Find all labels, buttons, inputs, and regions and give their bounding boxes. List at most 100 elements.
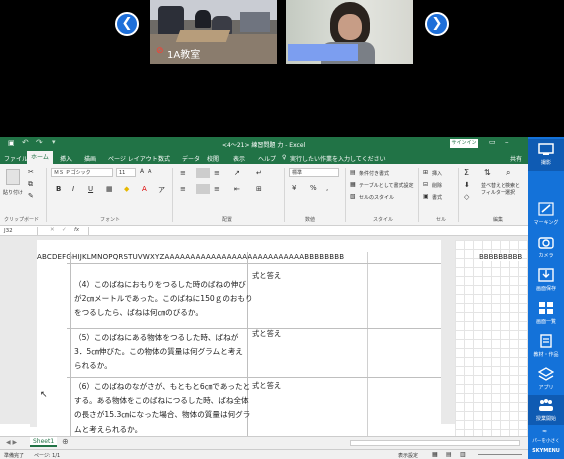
- fill-color-icon[interactable]: ◆: [124, 185, 129, 193]
- next-page-area[interactable]: BBBBBBBBB: [455, 240, 528, 436]
- align-center-icon[interactable]: [196, 184, 210, 194]
- orientation-icon[interactable]: ↗: [234, 169, 240, 177]
- delete-cells-icon[interactable]: ⊟: [423, 181, 428, 188]
- menu-help[interactable]: ヘルプ: [258, 154, 276, 163]
- cut-icon[interactable]: ✂: [28, 168, 34, 176]
- format-painter-icon[interactable]: ✎: [28, 192, 34, 200]
- border-icon[interactable]: ▦: [106, 185, 113, 193]
- menu-page-layout[interactable]: ページ レイアウト: [108, 154, 158, 163]
- next-arrow-button[interactable]: ❯: [425, 12, 449, 36]
- collapse-icon[interactable]: ≈: [542, 428, 547, 435]
- confirm-entry-icon[interactable]: ✓: [62, 227, 67, 233]
- horizontal-scrollbar[interactable]: [350, 440, 520, 446]
- cond-format-button[interactable]: 条件付き書式: [359, 170, 389, 177]
- align-left-icon[interactable]: ≡: [180, 185, 186, 193]
- autosum-icon[interactable]: Σ: [464, 168, 469, 177]
- answer-cell-5[interactable]: 式と答え: [252, 329, 281, 339]
- merge-icon[interactable]: ⊞: [256, 185, 262, 193]
- table-format-button[interactable]: テーブルとして書式設定: [359, 182, 414, 189]
- insert-cells-icon[interactable]: ⊞: [423, 169, 428, 176]
- zoom-slider[interactable]: [478, 454, 522, 455]
- phonetic-icon[interactable]: ア: [158, 185, 165, 195]
- panel-item-save-screen[interactable]: 画面保存: [528, 265, 564, 295]
- menu-data[interactable]: データ: [182, 154, 200, 163]
- align-right-icon[interactable]: ≡: [214, 185, 220, 193]
- answer-cell-4[interactable]: 式と答え: [252, 271, 281, 281]
- font-color-icon[interactable]: A: [142, 185, 147, 193]
- indent-icon[interactable]: ⇤: [234, 185, 240, 193]
- sort-filter-icon[interactable]: ⇅: [484, 168, 491, 177]
- find-label[interactable]: 検索と: [505, 182, 520, 189]
- fill-icon[interactable]: ⬇: [464, 181, 470, 189]
- underline-icon[interactable]: U: [88, 185, 93, 193]
- redo-icon[interactable]: ↷: [36, 138, 43, 147]
- format-cells-button[interactable]: 書式: [432, 194, 442, 201]
- filter-label[interactable]: フィルター: [481, 189, 506, 196]
- sheet-tab-sheet1[interactable]: Sheet1: [30, 437, 58, 447]
- answer-cell-6[interactable]: 式と答え: [252, 381, 281, 391]
- align-bottom-icon[interactable]: ≡: [214, 169, 220, 177]
- menu-file[interactable]: ファイル: [4, 154, 28, 163]
- sheet-nav-icon[interactable]: ◀ ▶: [6, 439, 17, 446]
- tell-me-search[interactable]: 実行したい作業を入力してください: [290, 154, 386, 163]
- format-cells-icon[interactable]: ▣: [423, 193, 429, 200]
- share-button[interactable]: 共有: [510, 154, 522, 163]
- table-format-icon[interactable]: ▦: [350, 181, 356, 188]
- previous-arrow-button[interactable]: ❮: [115, 12, 139, 36]
- menu-draw[interactable]: 描画: [84, 154, 96, 163]
- cell-style-button[interactable]: セルのスタイル: [359, 194, 394, 201]
- ribbon-options-icon[interactable]: ▭: [489, 138, 496, 146]
- save-icon[interactable]: ▣: [8, 139, 15, 147]
- paste-icon[interactable]: [6, 169, 20, 185]
- clear-icon[interactable]: ◇: [464, 193, 469, 201]
- copy-icon[interactable]: ⧉: [28, 180, 33, 189]
- comma-icon[interactable]: ,: [326, 184, 328, 192]
- new-sheet-icon[interactable]: ⊕: [62, 437, 69, 446]
- find-select-icon[interactable]: ⌕: [506, 168, 510, 178]
- italic-icon[interactable]: I: [72, 185, 74, 193]
- align-middle-icon[interactable]: [196, 168, 210, 178]
- menu-review[interactable]: 校閲: [207, 154, 219, 163]
- increase-font-icon[interactable]: A: [140, 168, 144, 175]
- view-layout-icon[interactable]: ▤: [446, 451, 452, 458]
- font-name-select[interactable]: ＭＳ Ｐゴシック: [51, 168, 113, 177]
- delete-cells-button[interactable]: 削除: [432, 182, 442, 189]
- view-normal-icon[interactable]: ▦: [432, 451, 438, 458]
- panel-item-apps[interactable]: アプリ: [528, 364, 564, 394]
- student-video-tile[interactable]: [286, 0, 413, 64]
- cancel-entry-icon[interactable]: ✕: [50, 227, 55, 233]
- select-label[interactable]: 選択: [505, 189, 515, 196]
- number-format-select[interactable]: 標準: [289, 168, 339, 177]
- panel-item-start-class[interactable]: 授業開始: [528, 395, 564, 425]
- panel-item-marking[interactable]: マーキング: [528, 199, 564, 229]
- sort-label[interactable]: 並べ替えと: [481, 182, 506, 189]
- insert-cells-button[interactable]: 挿入: [432, 170, 442, 177]
- menu-view[interactable]: 表示: [233, 154, 245, 163]
- shrink-bar-button[interactable]: パーを小さく: [528, 438, 564, 444]
- menu-home[interactable]: ホーム: [27, 151, 53, 164]
- panel-item-camera[interactable]: カメラ: [528, 232, 564, 262]
- minimize-icon[interactable]: –: [505, 138, 509, 146]
- cell-style-icon[interactable]: ▧: [350, 193, 356, 200]
- classroom-video-tile[interactable]: ⊘ 1A教室: [150, 0, 277, 64]
- currency-icon[interactable]: ¥: [292, 184, 296, 192]
- undo-icon[interactable]: ↶: [22, 138, 29, 147]
- menu-formulas[interactable]: 数式: [158, 154, 170, 163]
- percent-icon[interactable]: %: [310, 184, 317, 192]
- customize-icon[interactable]: ▾: [52, 138, 56, 146]
- worksheet-page[interactable]: ABCDEFGHIJKLMNOPQRSTUVWXYZAAAAAAAAAAAAAA…: [37, 240, 441, 436]
- panel-item-capture[interactable]: 撮影: [528, 139, 564, 171]
- cond-format-icon[interactable]: ▤: [350, 169, 356, 176]
- fx-label[interactable]: fx: [74, 227, 79, 233]
- align-top-icon[interactable]: ≡: [180, 169, 186, 177]
- bold-icon[interactable]: B: [56, 185, 61, 193]
- decrease-font-icon[interactable]: A: [148, 169, 151, 175]
- panel-item-materials[interactable]: 教材・作品: [528, 331, 564, 361]
- display-settings-button[interactable]: 表示設定: [398, 452, 418, 459]
- formula-input[interactable]: [88, 227, 524, 235]
- font-size-select[interactable]: 11: [116, 168, 136, 177]
- wrap-text-icon[interactable]: ↵: [256, 169, 262, 177]
- signin-button[interactable]: サインイン: [450, 139, 478, 148]
- name-box[interactable]: J32: [2, 227, 38, 235]
- menu-insert[interactable]: 挿入: [60, 154, 72, 163]
